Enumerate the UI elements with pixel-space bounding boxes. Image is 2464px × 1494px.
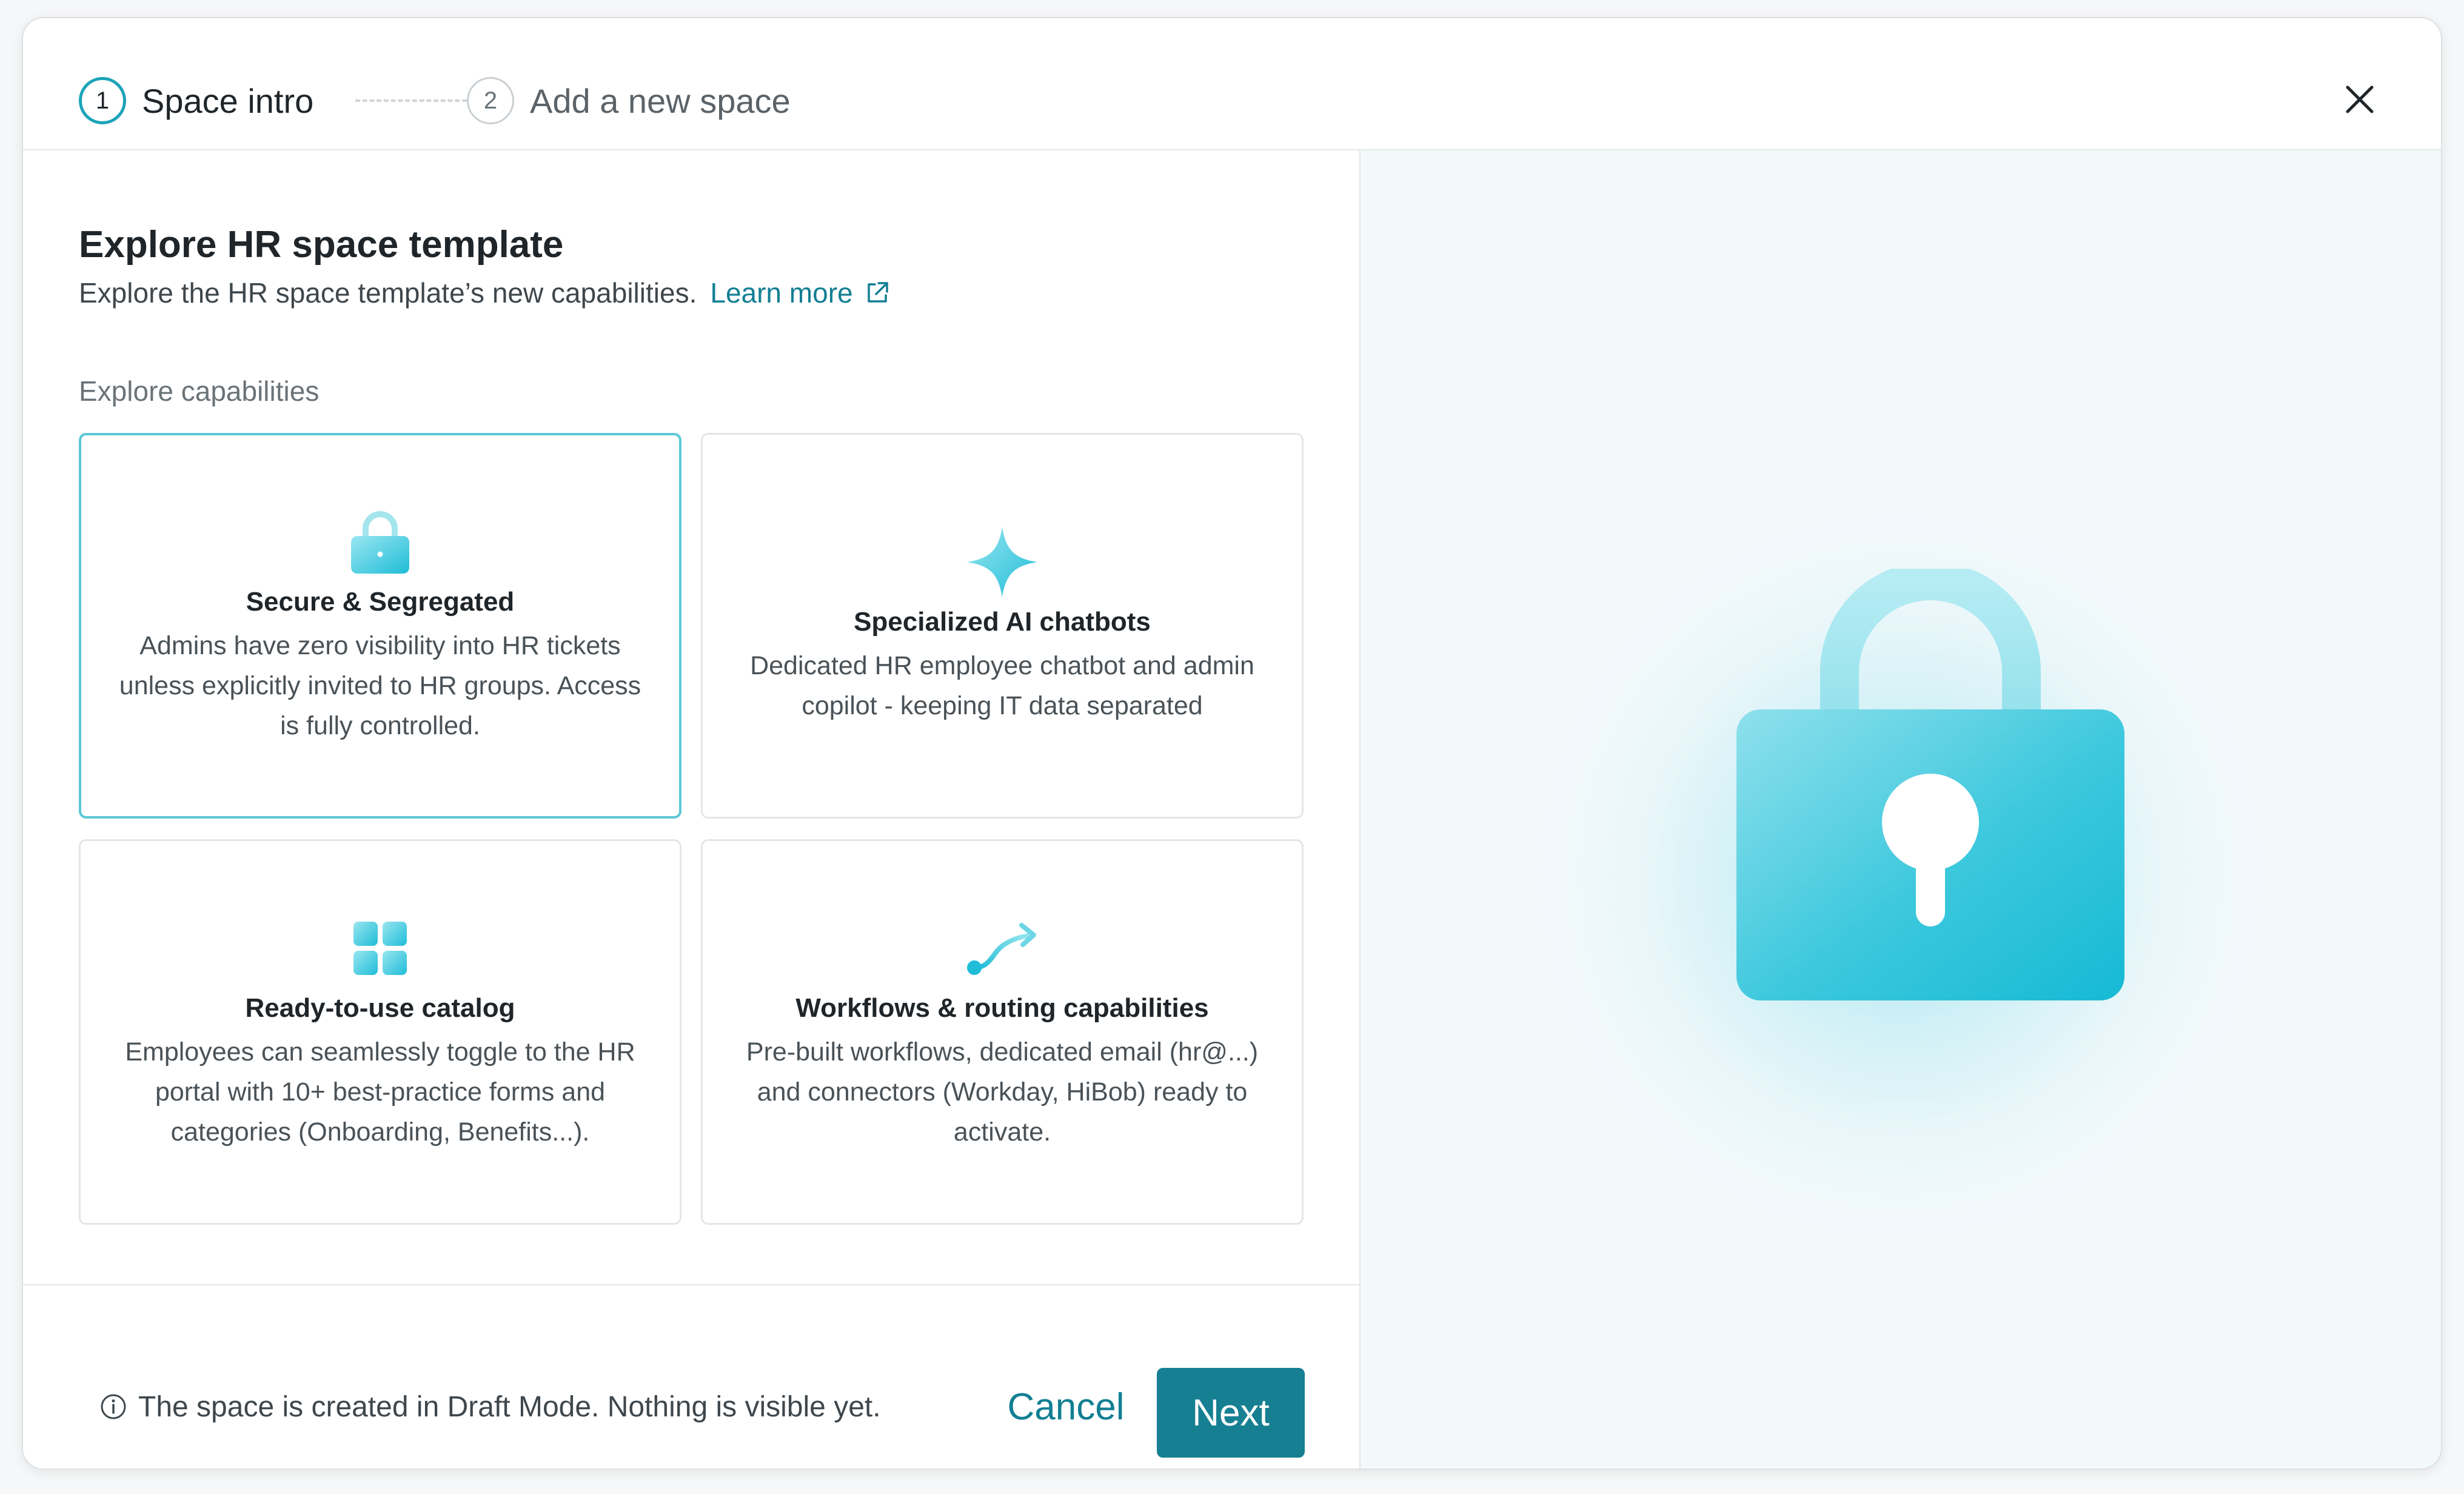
close-icon: [2346, 85, 2374, 113]
capability-card-catalog[interactable]: Ready-to-use catalog Employees can seaml…: [79, 839, 681, 1225]
external-link-icon[interactable]: [864, 280, 891, 306]
subtitle-row: Explore the HR space template’s new capa…: [79, 272, 891, 314]
step-space-intro[interactable]: 1 Space intro: [79, 76, 313, 126]
lock-icon: [1736, 569, 2124, 1000]
close-button[interactable]: [2334, 74, 2385, 125]
step-connector: [355, 99, 467, 102]
route-arrow-icon: [966, 912, 1039, 985]
card-description: Pre-built workflows, dedicated email (hr…: [746, 1037, 1259, 1147]
create-space-modal: 1 Space intro 2 Add a new space Explore …: [22, 17, 2442, 1470]
section-label: Explore capabilities: [79, 375, 320, 407]
capability-card-secure[interactable]: Secure & Segregated Admins have zero vis…: [79, 433, 681, 819]
content-pane: Explore HR space template Explore the HR…: [23, 150, 1359, 1469]
card-title: Ready-to-use catalog: [245, 993, 515, 1023]
step-label: Space intro: [142, 81, 314, 120]
card-description: Employees can seamlessly toggle to the H…: [125, 1037, 635, 1147]
learn-more-link[interactable]: Learn more: [710, 276, 852, 309]
card-title: Specialized AI chatbots: [854, 607, 1151, 637]
capability-card-ai-chatbots[interactable]: Specialized AI chatbots Dedicated HR emp…: [701, 433, 1304, 819]
page-title: Explore HR space template: [79, 224, 564, 266]
draft-mode-text: The space is created in Draft Mode. Noth…: [138, 1390, 881, 1423]
lock-icon: [344, 506, 417, 578]
page-subtitle: Explore the HR space template’s new capa…: [79, 277, 697, 309]
draft-mode-note: The space is created in Draft Mode. Noth…: [99, 1382, 881, 1431]
step-number-circle: 2: [467, 77, 514, 124]
cancel-button[interactable]: Cancel: [993, 1370, 1139, 1443]
sparkle-icon: [966, 526, 1039, 598]
illustration-pane: [1359, 150, 2441, 1469]
info-icon: [99, 1393, 127, 1421]
step-number-circle: 1: [79, 77, 126, 124]
step-label: Add a new space: [530, 81, 791, 120]
modal-header: 1 Space intro 2 Add a new space: [23, 18, 2441, 150]
grid-icon: [344, 912, 417, 985]
step-add-new-space[interactable]: 2 Add a new space: [467, 76, 791, 126]
card-title: Workflows & routing capabilities: [795, 993, 1209, 1023]
card-description: Dedicated HR employee chatbot and admin …: [750, 651, 1254, 720]
capability-card-workflows[interactable]: Workflows & routing capabilities Pre-bui…: [701, 839, 1304, 1225]
card-title: Secure & Segregated: [246, 587, 515, 617]
card-description: Admins have zero visibility into HR tick…: [119, 631, 641, 740]
next-button[interactable]: Next: [1157, 1368, 1305, 1458]
modal-footer: The space is created in Draft Mode. Noth…: [23, 1284, 1359, 1469]
